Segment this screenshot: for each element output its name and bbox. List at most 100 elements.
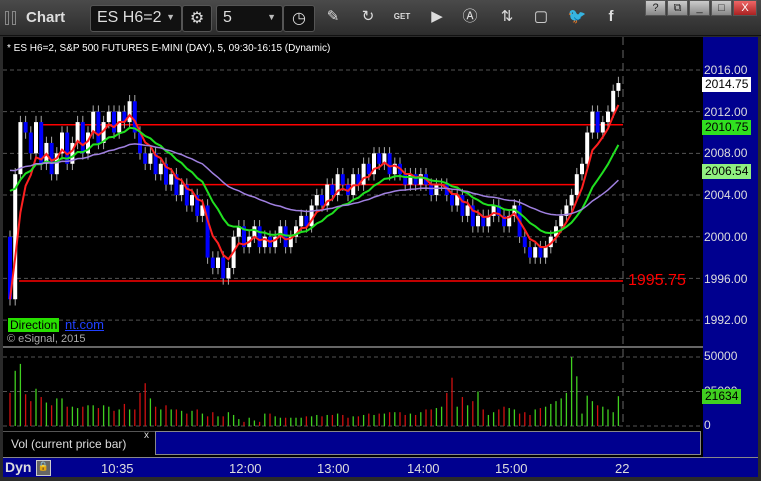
price-label: 2016.00	[704, 63, 748, 77]
candle	[210, 257, 215, 268]
volume-label-50000: 50000	[704, 349, 738, 363]
a-icon[interactable]: Ⓐ	[459, 5, 481, 29]
time-label: 12:00	[229, 461, 262, 476]
refresh-icon[interactable]: ↻	[357, 5, 379, 29]
level-label: 1995.75	[628, 272, 686, 289]
candle	[34, 122, 38, 154]
facebook-icon[interactable]: f	[600, 5, 622, 29]
candle	[429, 184, 434, 196]
copyright: © eSignal, 2015	[7, 333, 86, 345]
ma-price-tag: 2006.54	[702, 164, 752, 179]
volume-label-0: 0	[704, 418, 711, 432]
comment-icon[interactable]: ▢	[530, 5, 552, 29]
candle	[590, 111, 595, 133]
study-bar	[155, 431, 701, 455]
close-button[interactable]: X	[733, 0, 757, 16]
candle	[283, 226, 288, 248]
restore-button[interactable]: ⧉	[667, 0, 688, 16]
candle	[543, 247, 548, 258]
price-plot	[3, 37, 703, 427]
grip-icon[interactable]	[5, 11, 9, 25]
candle	[606, 111, 610, 123]
fast-ma-line	[9, 104, 620, 300]
play-icon[interactable]: ▶	[426, 5, 448, 29]
price-label: 1996.00	[704, 271, 748, 286]
candle	[221, 257, 226, 279]
candle	[533, 247, 538, 258]
grip-icon[interactable]	[12, 11, 16, 25]
candle	[574, 174, 579, 196]
candle	[522, 236, 527, 248]
candle	[580, 163, 584, 175]
candle	[23, 122, 28, 133]
twitter-icon[interactable]: 🐦	[566, 5, 588, 29]
candle	[434, 184, 439, 196]
chart-area[interactable]: * ES H6=2, S&P 500 FUTURES E-MINI (DAY),…	[3, 37, 758, 477]
candle	[616, 83, 621, 91]
candle	[127, 101, 132, 123]
lock-icon[interactable]: 🔒	[36, 460, 51, 476]
candle	[366, 163, 371, 175]
candle	[403, 174, 408, 185]
settings-button[interactable]: ⚙	[182, 5, 212, 32]
candle	[314, 195, 319, 206]
dyn-label[interactable]: Dyn	[5, 459, 31, 475]
candle	[28, 132, 33, 154]
price-label: 2012.00	[704, 104, 748, 119]
time-label: 13:00	[317, 461, 350, 476]
candle	[179, 184, 184, 196]
window-title: Chart	[26, 9, 66, 26]
last-price-tag: 2014.75	[702, 77, 752, 92]
clock-icon: ◷	[292, 10, 306, 27]
candle	[96, 111, 101, 143]
candle	[143, 153, 148, 164]
chevron-down-icon: ▼	[166, 12, 175, 22]
direction-label: Direction	[8, 318, 60, 332]
time-label: 15:00	[495, 461, 528, 476]
candle	[450, 195, 454, 206]
price-label: 1992.00	[704, 313, 748, 328]
level-price-tag: 2010.75	[702, 120, 752, 135]
candle	[569, 195, 574, 206]
window-controls: ? ⧉ _ □ X	[645, 0, 757, 16]
candle	[216, 257, 220, 268]
candle	[148, 153, 153, 164]
minimize-button[interactable]: _	[689, 0, 710, 16]
candle	[190, 195, 194, 206]
candle	[18, 122, 23, 175]
interval-select[interactable]: 5 ▼	[216, 5, 283, 32]
price-label: 2000.00	[704, 229, 748, 244]
symbol-value: ES H6=2	[97, 9, 162, 26]
slow-ma-line	[9, 143, 619, 216]
candle	[538, 247, 543, 258]
chevron-down-icon: ▼	[267, 12, 276, 22]
candle	[476, 215, 480, 227]
candle	[91, 111, 96, 133]
candle	[559, 215, 564, 227]
pencil-icon[interactable]: ✎	[322, 5, 344, 29]
candle	[377, 153, 382, 164]
chart-header: * ES H6=2, S&P 500 FUTURES E-MINI (DAY),…	[7, 43, 331, 54]
interval-clock-button[interactable]: ◷	[283, 5, 315, 32]
candle	[320, 195, 324, 206]
title-bar: Chart ES H6=2 ▼ ⚙ 5 ▼ ◷ ✎ ↻ GET ▶ Ⓐ ⇅ ▢ 🐦 …	[0, 0, 761, 36]
candle	[169, 174, 174, 185]
price-label: 2008.00	[704, 146, 748, 161]
volume-tag: 21634	[702, 389, 742, 404]
candle	[387, 153, 392, 175]
candle	[80, 122, 85, 154]
interval-value: 5	[223, 9, 232, 26]
maximize-button[interactable]: □	[711, 0, 732, 16]
candle	[528, 247, 532, 258]
candle	[158, 163, 163, 175]
study-close-button[interactable]: x	[144, 430, 149, 441]
symbol-select[interactable]: ES H6=2 ▼	[90, 5, 182, 32]
time-axis[interactable]: Dyn 🔒 10:35 12:00 13:00 14:00 15:00 22	[3, 457, 758, 477]
candle	[330, 184, 335, 196]
candle	[600, 122, 605, 133]
help-button[interactable]: ?	[645, 0, 666, 16]
link-icon[interactable]: ⇅	[496, 5, 518, 29]
mid-ma-line	[9, 126, 620, 237]
get-icon[interactable]: GET	[391, 5, 413, 29]
direction-link[interactable]: nt.com	[65, 317, 104, 332]
